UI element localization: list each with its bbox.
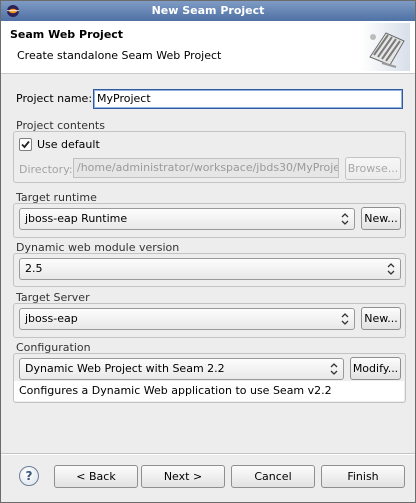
project-name-label: Project name: <box>16 92 93 105</box>
use-default-label: Use default <box>37 138 100 151</box>
modify-configuration-button[interactable]: Modify... <box>350 357 401 380</box>
page-description: Create standalone Seam Web Project <box>17 49 222 62</box>
target-server-select[interactable]: jboss-eap <box>19 308 355 330</box>
directory-label: Directory: <box>19 163 73 176</box>
directory-input: /home/administrator/workspace/jbds30/MyP… <box>73 158 339 178</box>
configuration-description: Configures a Dynamic Web application to … <box>14 381 404 401</box>
combo-arrows-icon <box>387 263 395 275</box>
new-seam-project-dialog: New Seam Project Seam Web Project Create… <box>0 0 416 503</box>
web-module-version-value: 2.5 <box>25 262 43 275</box>
new-server-button[interactable]: New... <box>361 307 401 330</box>
finish-button[interactable]: Finish <box>321 465 405 488</box>
target-server-value: jboss-eap <box>25 312 78 325</box>
use-default-checkbox[interactable] <box>19 138 32 151</box>
eclipse-icon <box>7 5 19 17</box>
footer-separator <box>1 453 415 455</box>
new-runtime-button[interactable]: New... <box>361 207 401 230</box>
target-runtime-select[interactable]: jboss-eap Runtime <box>19 208 355 230</box>
next-button[interactable]: Next > <box>141 465 225 488</box>
page-title: Seam Web Project <box>10 28 124 41</box>
wizard-header: Seam Web Project Create standalone Seam … <box>1 21 415 74</box>
project-name-input[interactable]: MyProject <box>93 89 403 109</box>
combo-arrows-icon <box>330 363 338 375</box>
browse-button: Browse... <box>345 157 401 180</box>
back-button[interactable]: < Back <box>54 465 138 488</box>
checkmark-icon <box>21 140 30 149</box>
window-title: New Seam Project <box>151 4 265 17</box>
title-bar: New Seam Project <box>1 1 415 21</box>
web-module-version-select[interactable]: 2.5 <box>19 258 401 280</box>
combo-arrows-icon <box>341 213 349 225</box>
configuration-select[interactable]: Dynamic Web Project with Seam 2.2 <box>19 358 344 380</box>
cancel-button[interactable]: Cancel <box>231 465 315 488</box>
combo-arrows-icon <box>341 313 349 325</box>
seam-wizard-banner-icon <box>360 23 410 71</box>
help-icon[interactable]: ? <box>19 466 39 486</box>
configuration-value: Dynamic Web Project with Seam 2.2 <box>25 362 225 375</box>
target-runtime-value: jboss-eap Runtime <box>25 212 128 225</box>
